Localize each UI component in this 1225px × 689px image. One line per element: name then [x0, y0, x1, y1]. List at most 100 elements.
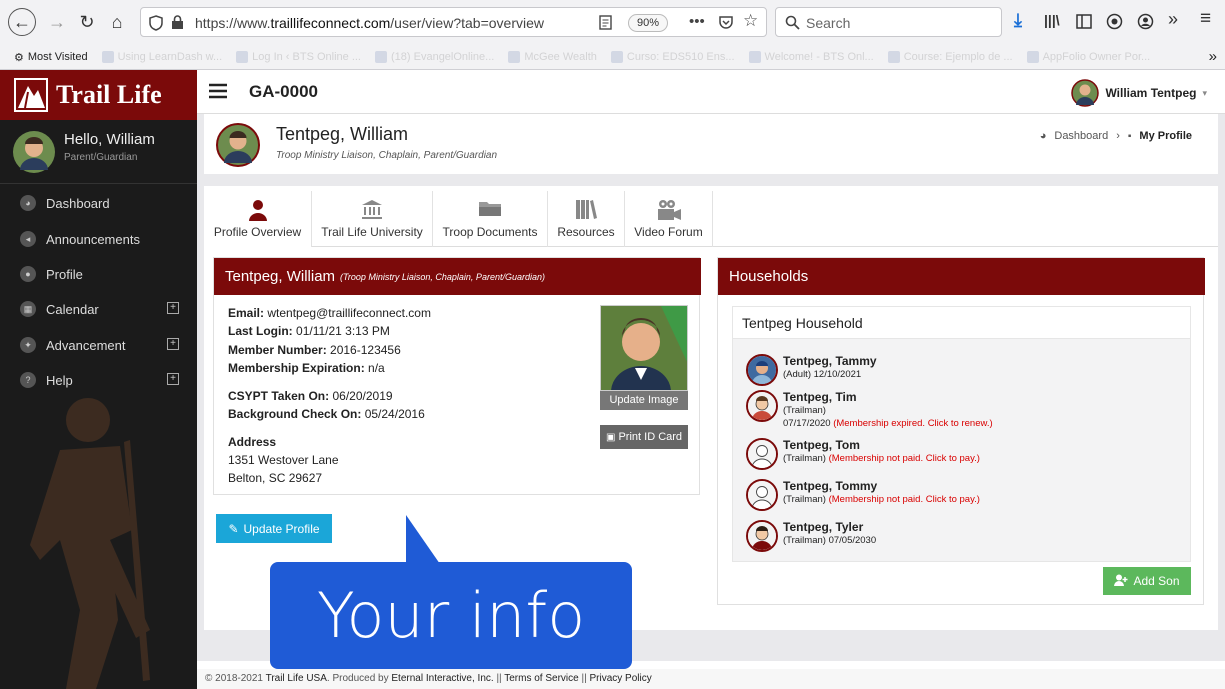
- menu-icon[interactable]: ≡: [1200, 8, 1211, 30]
- csypt-value: 06/20/2019: [332, 389, 393, 403]
- trail-life-logo[interactable]: Trail Life: [0, 70, 197, 120]
- bookmarks-overflow-icon[interactable]: »: [1209, 48, 1217, 65]
- bookmark-label: Most Visited: [27, 51, 88, 63]
- bookmark-item[interactable]: Course: Ejemplo de ...: [887, 51, 1013, 63]
- tab-profile-overview[interactable]: Profile Overview: [204, 191, 312, 247]
- sidebar-item-label: Profile: [46, 266, 83, 282]
- expand-icon[interactable]: +: [167, 302, 179, 314]
- footer: © 2018-2021 Trail Life USA. Produced by …: [197, 669, 1225, 689]
- print-id-card-button[interactable]: ▣ Print ID Card: [600, 425, 688, 449]
- profile-card-name: Tentpeg, William: [225, 268, 336, 285]
- update-profile-button[interactable]: ✎ Update Profile: [216, 514, 332, 543]
- last-login-value: 01/11/21 3:13 PM: [296, 324, 390, 338]
- bookmark-label: McGee Wealth: [524, 51, 597, 63]
- tab-video-forum[interactable]: Video Forum: [625, 191, 713, 247]
- zoom-level[interactable]: 90%: [628, 14, 669, 32]
- member-number-value: 2016-123456: [330, 343, 401, 357]
- address-heading: Address: [228, 435, 276, 449]
- breadcrumb-dashboard[interactable]: Dashboard: [1054, 130, 1108, 142]
- bookmark-label: Curso: EDS510 Ens...: [626, 51, 735, 63]
- megaphone-icon: ◂: [20, 231, 36, 247]
- avatar: [216, 123, 260, 167]
- footer-producer-link[interactable]: Eternal Interactive, Inc.: [391, 673, 493, 684]
- url-text[interactable]: https://www.traillifeconnect.com/user/vi…: [195, 15, 544, 31]
- sidebar-item-dashboard[interactable]: ◕ Dashboard: [0, 185, 197, 221]
- forward-icon[interactable]: →: [44, 9, 70, 35]
- bookmark-item[interactable]: Curso: EDS510 Ens...: [610, 51, 735, 63]
- browser-search-box[interactable]: Search: [775, 7, 1002, 37]
- membership-alert-link[interactable]: (Membership expired. Click to renew.): [833, 418, 992, 429]
- membership-alert-link[interactable]: (Membership not paid. Click to pay.): [829, 494, 980, 505]
- background-label: Background Check On:: [228, 407, 362, 421]
- bookmark-label: (18) EvangelOnline...: [391, 51, 495, 63]
- bookmark-most-visited[interactable]: ⚙ Most Visited: [14, 51, 88, 64]
- bookmark-item[interactable]: Log In ‹ BTS Online ...: [236, 51, 361, 63]
- footer-privacy-link[interactable]: Privacy Policy: [589, 673, 651, 684]
- callout-pointer: [406, 515, 440, 564]
- library-icon[interactable]: |||\: [1044, 12, 1060, 28]
- update-image-button[interactable]: Update Image: [600, 391, 688, 410]
- profile-card-header: Tentpeg, William (Troop Ministry Liaison…: [214, 258, 701, 295]
- footer-copyright: © 2018-2021: [205, 673, 266, 684]
- page-icon: [101, 51, 114, 63]
- bookmark-item[interactable]: McGee Wealth: [508, 51, 597, 63]
- logo-text: Trail Life: [56, 80, 162, 109]
- sidebar-item-calendar[interactable]: ▦ Calendar +: [0, 291, 197, 327]
- footer-terms-link[interactable]: Terms of Service: [504, 673, 578, 684]
- expand-icon[interactable]: +: [167, 338, 179, 350]
- bookmark-item[interactable]: Welcome! - BTS Onl...: [748, 51, 874, 63]
- bookmark-item[interactable]: AppFolio Owner Por...: [1026, 51, 1150, 63]
- avatar[interactable]: [12, 130, 56, 174]
- bookmarks-bar: ⚙ Most Visited Using LearnDash w... Log I…: [0, 44, 1225, 70]
- tab-bar: Profile Overview Trail Life University T…: [204, 191, 1218, 247]
- sidebar-item-label: Calendar: [46, 301, 99, 317]
- greeting-prefix: Hello,: [64, 131, 107, 148]
- home-icon[interactable]: ⌂: [104, 9, 130, 35]
- sidebar-item-profile[interactable]: ● Profile: [0, 256, 197, 292]
- reload-icon[interactable]: ↻: [74, 9, 100, 35]
- back-icon[interactable]: ←: [8, 8, 36, 36]
- tab-label: Trail Life University: [321, 225, 423, 239]
- tab-troop-documents[interactable]: Troop Documents: [433, 191, 548, 247]
- dashboard-icon: ◕: [20, 195, 36, 211]
- footer-org-link[interactable]: Trail Life USA: [266, 673, 327, 684]
- member-date: 07/17/2020: [783, 418, 831, 429]
- url-bar[interactable]: https://www.traillifeconnect.com/user/vi…: [140, 7, 767, 37]
- sidebar-item-announcements[interactable]: ◂ Announcements: [0, 221, 197, 257]
- reader-view-icon[interactable]: [599, 15, 612, 30]
- bookmark-star-icon[interactable]: ☆: [743, 11, 758, 31]
- app-header: GA-0000 William Tentpeg ▾: [197, 70, 1225, 114]
- tab-label: Video Forum: [634, 225, 703, 239]
- sidebar-toggle-icon[interactable]: [1076, 14, 1092, 29]
- add-son-button[interactable]: Add Son: [1103, 567, 1191, 595]
- print-id-label: Print ID Card: [618, 431, 683, 443]
- extension-icon[interactable]: [1106, 13, 1123, 30]
- member-role: (Adult): [783, 369, 811, 380]
- account-icon[interactable]: [1137, 13, 1154, 30]
- url-path: /user/view?tab=overview: [390, 15, 544, 31]
- hamburger-menu-icon[interactable]: [209, 83, 227, 99]
- sidebar-item-advancement[interactable]: ✦ Advancement +: [0, 327, 197, 363]
- user-menu-name: William Tentpeg: [1105, 86, 1197, 100]
- profile-photo: [600, 305, 688, 391]
- shield-icon[interactable]: [149, 15, 163, 31]
- overflow-chevron-icon[interactable]: »: [1168, 9, 1178, 30]
- greeting-name: William: [106, 131, 155, 148]
- pencil-icon: ✎: [228, 521, 239, 536]
- tab-resources[interactable]: Resources: [548, 191, 625, 247]
- user-menu[interactable]: William Tentpeg ▾: [1071, 79, 1207, 107]
- greeting: Hello, William: [64, 131, 155, 148]
- lock-icon[interactable]: [171, 15, 184, 30]
- more-actions-icon[interactable]: •••: [689, 13, 705, 30]
- download-icon[interactable]: ⤓: [1014, 10, 1022, 31]
- caret-down-icon: ▾: [1202, 87, 1207, 98]
- member-number-label: Member Number:: [228, 343, 327, 357]
- page-subtitle: Troop Ministry Liaison, Chaplain, Parent…: [276, 150, 498, 161]
- url-host: traillifeconnect.com: [270, 15, 391, 31]
- bookmark-item[interactable]: Using LearnDash w...: [101, 51, 222, 63]
- membership-alert-link[interactable]: (Membership not paid. Click to pay.): [829, 453, 980, 464]
- tab-trail-life-university[interactable]: Trail Life University: [312, 191, 433, 247]
- user-role: Parent/Guardian: [64, 152, 138, 163]
- bookmark-item[interactable]: (18) EvangelOnline...: [375, 51, 494, 63]
- pocket-icon[interactable]: [718, 14, 734, 30]
